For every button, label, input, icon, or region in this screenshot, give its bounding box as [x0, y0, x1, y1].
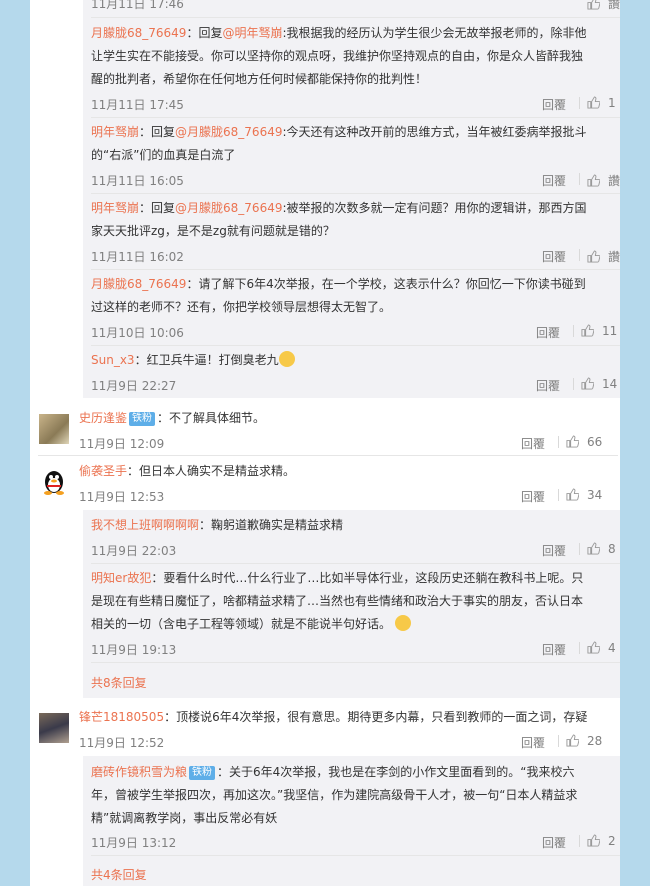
- sub-reply-list: 11月11日 17:46 讚 月朦胧68_76649：回复@明年驽崩:我根据我的…: [83, 0, 620, 398]
- more-replies-link[interactable]: 共4条回复: [91, 866, 147, 883]
- thumb-up-icon: [581, 377, 594, 390]
- like-button[interactable]: 2: [587, 834, 616, 848]
- sub-reply-text: 月朦胧68_76649：回复@明年驽崩:我根据我的经历认为学生很少会无故举报老师…: [91, 26, 587, 86]
- like-button[interactable]: 讚: [587, 0, 620, 12]
- thumb-up-icon: [566, 435, 579, 448]
- like-button[interactable]: 34: [566, 488, 602, 502]
- like-button[interactable]: 14: [581, 377, 617, 391]
- reply-button[interactable]: 回覆: [542, 96, 566, 113]
- thumb-up-icon: [587, 96, 600, 109]
- sub-reply-text: Sun_x3：红卫兵牛逼！打倒臭老九: [91, 349, 620, 372]
- reply-button[interactable]: 回覆: [521, 734, 545, 751]
- reply-time: 11月10日 10:06: [91, 326, 184, 340]
- reply-time: 11月9日 13:12: [91, 836, 177, 850]
- user-name[interactable]: 史历逢鉴: [79, 411, 127, 425]
- thumb-up-icon: [566, 734, 579, 747]
- reply-button[interactable]: 回覆: [536, 324, 560, 341]
- mention-link[interactable]: @明年驽崩: [222, 26, 282, 40]
- thumb-up-icon: [587, 250, 600, 263]
- avatar[interactable]: [39, 713, 69, 743]
- thumbs-up-emoji-icon: [278, 351, 295, 367]
- like-button[interactable]: 28: [566, 734, 602, 748]
- comment-text: 偷袭圣手：但日本人确实不是精益求精。: [79, 464, 296, 478]
- reply-button[interactable]: 回覆: [542, 641, 566, 658]
- reply-time: 11月9日 22:27: [91, 379, 177, 393]
- comment-text: 锋芒18180505：顶楼说6年4次举报，很有意思。期待更多内幕，只看到教师的一…: [79, 710, 588, 724]
- comment-text: 史历逢鉴 铁粉 ：不了解具体细节。: [79, 411, 266, 426]
- comment-time: 11月9日 12:52: [79, 736, 165, 750]
- sub-reply-list: 磨砖作镜积雪为粮 铁粉 ：关于6年4次举报，我也是在李剑的小作文里面看到的。“我来校…: [83, 756, 620, 886]
- like-button[interactable]: 4: [587, 641, 616, 655]
- reply-button[interactable]: 回覆: [521, 435, 545, 452]
- comment-time: 11月9日 12:09: [79, 437, 165, 451]
- thumb-up-icon: [587, 174, 600, 187]
- user-name[interactable]: 偷袭圣手: [79, 464, 127, 478]
- reply-time: 11月11日 16:05: [91, 174, 184, 188]
- user-name[interactable]: 明知er故犯: [91, 571, 151, 585]
- sub-reply-list: 我不想上班啊啊啊啊：鞠躬道歉确实是精益求精 11月9日 22:03 回覆 8 明…: [83, 510, 620, 698]
- sub-reply-text: 月朦胧68_76649：请了解下6年4次举报，在一个学校，这表示什么？你回忆一下…: [91, 277, 586, 314]
- user-name[interactable]: 明年驽崩: [91, 125, 139, 139]
- avatar[interactable]: [39, 414, 69, 444]
- reply-button[interactable]: 回覆: [542, 834, 566, 851]
- fan-badge: 铁粉: [129, 412, 156, 426]
- thumb-up-icon: [566, 488, 579, 501]
- user-name[interactable]: 锋芒18180505: [79, 710, 164, 724]
- thumb-up-icon: [581, 324, 594, 337]
- reply-button[interactable]: 回覆: [542, 542, 566, 559]
- thumb-up-icon: [587, 834, 600, 847]
- reply-button[interactable]: 回覆: [542, 172, 566, 189]
- thumb-up-icon: [587, 641, 600, 654]
- like-button[interactable]: 讚: [587, 172, 620, 189]
- reply-time: 11月9日 19:13: [91, 643, 177, 657]
- reply-time: 11月11日 17:46: [91, 0, 184, 11]
- reply-button[interactable]: 回覆: [536, 377, 560, 394]
- more-replies-link[interactable]: 共8条回复: [91, 674, 147, 691]
- sub-reply-text: 明年驽崩：回复@月朦胧68_76649:今天还有这种改开前的思维方式，当年被红委…: [91, 125, 587, 162]
- laugh-cry-emoji-icon: [394, 615, 411, 631]
- reply-button[interactable]: 回覆: [521, 488, 545, 505]
- mention-link[interactable]: @月朦胧68_76649: [175, 125, 282, 139]
- sub-reply-text: 我不想上班啊啊啊啊：鞠躬道歉确实是精益求精: [91, 518, 344, 532]
- user-name[interactable]: 磨砖作镜积雪为粮: [91, 765, 187, 779]
- comment-time: 11月9日 12:53: [79, 490, 165, 504]
- sub-reply-text: 明年驽崩：回复@月朦胧68_76649:被举报的次数多就一定有问题？用你的逻辑讲…: [91, 201, 587, 238]
- like-button[interactable]: 8: [587, 542, 616, 556]
- reply-time: 11月11日 16:02: [91, 250, 184, 264]
- reply-time: 11月9日 22:03: [91, 544, 177, 558]
- user-name[interactable]: 我不想上班啊啊啊啊: [91, 518, 199, 532]
- sub-reply-text: 明知er故犯：要看什么时代…什么行业了…比如半导体行业，这段历史还躺在教科书上呢…: [91, 571, 584, 631]
- like-button[interactable]: 讚: [587, 248, 620, 265]
- like-button[interactable]: 1: [587, 96, 616, 110]
- fan-badge: 铁粉: [189, 766, 216, 780]
- thumb-up-icon: [587, 542, 600, 555]
- user-name[interactable]: 月朦胧68_76649: [91, 277, 186, 291]
- avatar[interactable]: [39, 466, 69, 496]
- comment-page: 11月11日 17:46 讚 月朦胧68_76649：回复@明年驽崩:我根据我的…: [30, 0, 620, 886]
- user-name[interactable]: 月朦胧68_76649: [91, 26, 186, 40]
- reply-button[interactable]: 回覆: [542, 248, 566, 265]
- like-button[interactable]: 66: [566, 435, 602, 449]
- sub-reply-text: 磨砖作镜积雪为粮 铁粉 ：关于6年4次举报，我也是在李剑的小作文里面看到的。“我来校…: [91, 765, 578, 825]
- user-name[interactable]: Sun_x3: [91, 353, 135, 367]
- user-name[interactable]: 明年驽崩: [91, 201, 139, 215]
- mention-link[interactable]: @月朦胧68_76649: [175, 201, 282, 215]
- reply-time: 11月11日 17:45: [91, 98, 184, 112]
- like-button[interactable]: 11: [581, 324, 617, 338]
